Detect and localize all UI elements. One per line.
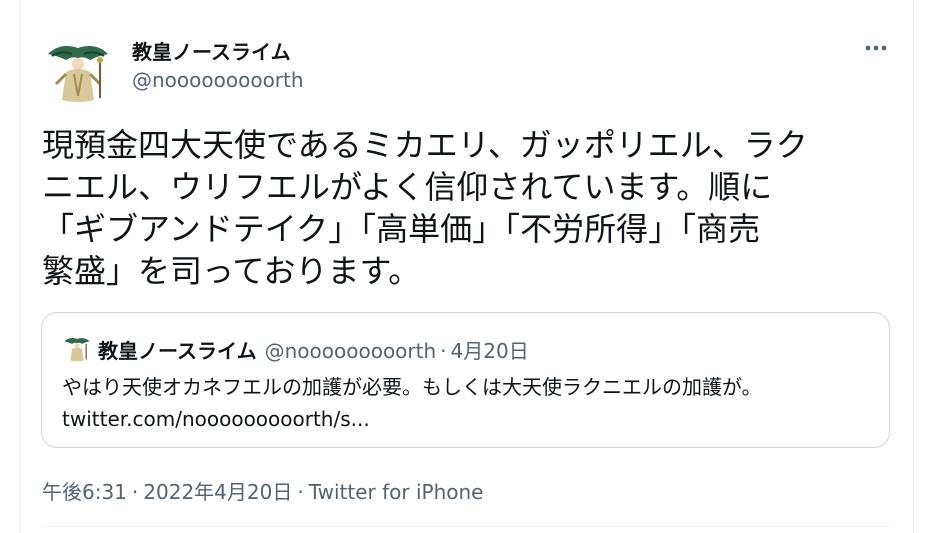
quote-author-avatar <box>62 333 92 363</box>
meta-separator: · <box>297 480 304 504</box>
tweet-date: 2022年4月20日 <box>143 480 293 504</box>
avatar-illustration-icon <box>42 34 114 106</box>
quote-text-line: やはり天使オカネフエルの加護が必要。もしくは大天使ラクニエルの加護が。 <box>62 375 762 399</box>
tweet-text-line: 繁盛」を司っております。 <box>42 252 421 290</box>
quote-author-handle: @nooooooooorth <box>264 339 437 363</box>
quote-header: 教皇ノースライム @nooooooooorth · 4月20日 <box>98 335 529 364</box>
quote-author-name: 教皇ノースライム <box>98 339 257 363</box>
tweet-time-link[interactable]: 午後6:31 <box>42 480 127 504</box>
more-options-button[interactable] <box>856 30 896 66</box>
quote-text: やはり天使オカネフエルの加護が必要。もしくは大天使ラクニエルの加護が。 twit… <box>62 371 882 435</box>
quote-separator: · <box>440 339 447 363</box>
tweet-text-line: 「ギブアンドテイク」「高単価」「不労所得」「商売 <box>42 210 761 248</box>
avatar-illustration-icon <box>62 333 92 363</box>
tweet-date-link[interactable]: 2022年4月20日 <box>143 480 292 504</box>
meta-separator: · <box>131 480 139 504</box>
quote-text-line: twitter.com/nooooooooorth/s... <box>62 407 370 431</box>
tweet-text: 現預金四大天使であるミカエリ、ガッポリエル、ラク ニエル、ウリフエルがよく信仰さ… <box>42 124 882 292</box>
quoted-tweet-card[interactable]: 教皇ノースライム @nooooooooorth · 4月20日 やはり天使オカネ… <box>41 312 890 448</box>
tweet-text-line: 現預金四大天使であるミカエリ、ガッポリエル、ラク <box>42 126 808 164</box>
divider <box>42 526 890 527</box>
tweet-source: Twitter for iPhone <box>308 480 484 504</box>
tweet-meta: 午後6:31 · 2022年4月20日 · Twitter for iPhone <box>42 476 483 505</box>
author-display-name[interactable]: 教皇ノースライム <box>132 36 291 65</box>
tweet-text-line: ニエル、ウリフエルがよく信仰されています。順に <box>42 168 773 206</box>
more-horizontal-icon <box>865 45 887 51</box>
tweet-time: 午後6:31 <box>42 480 127 504</box>
quote-date: 4月20日 <box>450 339 529 363</box>
author-handle[interactable]: @nooooooooorth <box>132 68 304 92</box>
author-avatar[interactable] <box>42 34 114 106</box>
tweet-source-link[interactable]: Twitter for iPhone <box>309 480 484 504</box>
